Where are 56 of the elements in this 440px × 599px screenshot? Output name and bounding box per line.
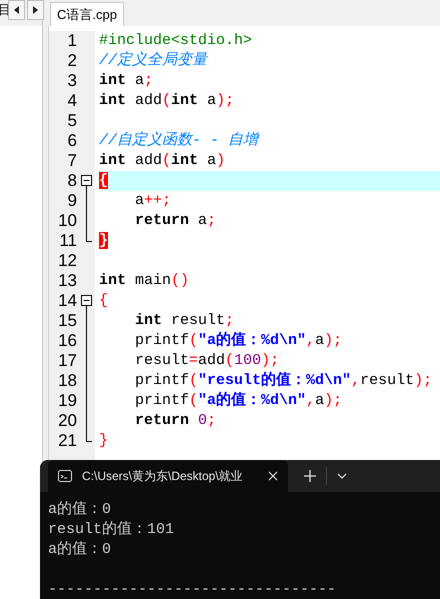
terminal-tab-title: C:\Users\黄为东\Desktop\就业	[82, 468, 244, 485]
line-number: 1	[66, 31, 77, 51]
line-number: 14	[57, 291, 77, 311]
line-number: 18	[57, 371, 77, 391]
line-number: 10	[57, 211, 77, 231]
code-line: return a;	[134, 211, 218, 231]
code-line: //定义全局变量	[99, 51, 210, 71]
terminal-output-line: a的值：0	[48, 500, 112, 520]
code-line: }	[99, 431, 110, 451]
line-number: 5	[66, 111, 77, 131]
line-number: 6	[66, 131, 77, 151]
line-number: 17	[57, 351, 77, 371]
code-line: a++;	[134, 191, 172, 211]
code-line: int a;	[99, 71, 154, 91]
line-number: 13	[57, 271, 77, 291]
terminal-output-line: a的值：0	[48, 540, 112, 560]
line-number: 7	[66, 151, 77, 171]
code-line: #include<stdio.h>	[99, 31, 254, 51]
line-number: 12	[57, 251, 77, 271]
code-line: {	[99, 291, 110, 311]
right-arrow-icon	[33, 6, 38, 14]
line-number: 8	[66, 171, 77, 191]
separator-line: --------------------------------	[48, 580, 338, 599]
line-number: 19	[57, 391, 77, 411]
fold-toggle-icon[interactable]	[81, 175, 92, 186]
line-number: 2	[66, 51, 77, 71]
code-line: //自定义函数- - 自增	[99, 131, 260, 151]
code-line: printf("a的值：%d\n",a);	[134, 391, 344, 411]
line-number: 11	[58, 231, 77, 251]
line-number: 4	[66, 91, 77, 111]
line-number: 15	[57, 311, 77, 331]
code-line: int result;	[134, 311, 236, 331]
code-line: int add(int a);	[99, 91, 236, 111]
line-number: 9	[66, 191, 77, 211]
left-arrow-icon	[14, 6, 19, 14]
scroll-right-button[interactable]	[27, 0, 44, 20]
close-icon[interactable]	[268, 471, 278, 481]
code-line: int add(int a)	[99, 151, 226, 171]
file-tab[interactable]: C语言.cpp	[50, 2, 124, 26]
fold-toggle-icon[interactable]	[81, 295, 92, 306]
line-number: 3	[66, 71, 77, 91]
chevron-down-icon[interactable]	[337, 473, 347, 479]
code-line: result=add(100);	[134, 351, 280, 371]
plus-icon[interactable]	[304, 470, 316, 482]
panel-label: 目	[0, 1, 8, 19]
code-line: printf("result的值：%d\n",result);	[134, 371, 434, 391]
scroll-left-button[interactable]	[8, 0, 25, 20]
line-number: 20	[57, 411, 77, 431]
terminal-output-line: result的值：101	[48, 520, 176, 540]
line-number: 21	[57, 431, 77, 451]
code-line: printf("a的值：%d\n",a);	[134, 331, 344, 351]
line-number: 16	[57, 331, 77, 351]
code-line: int main()	[99, 271, 190, 291]
code-line: return 0;	[134, 411, 218, 431]
terminal-tab[interactable]: C:\Users\黄为东\Desktop\就业	[48, 460, 288, 492]
terminal-icon	[58, 470, 72, 482]
